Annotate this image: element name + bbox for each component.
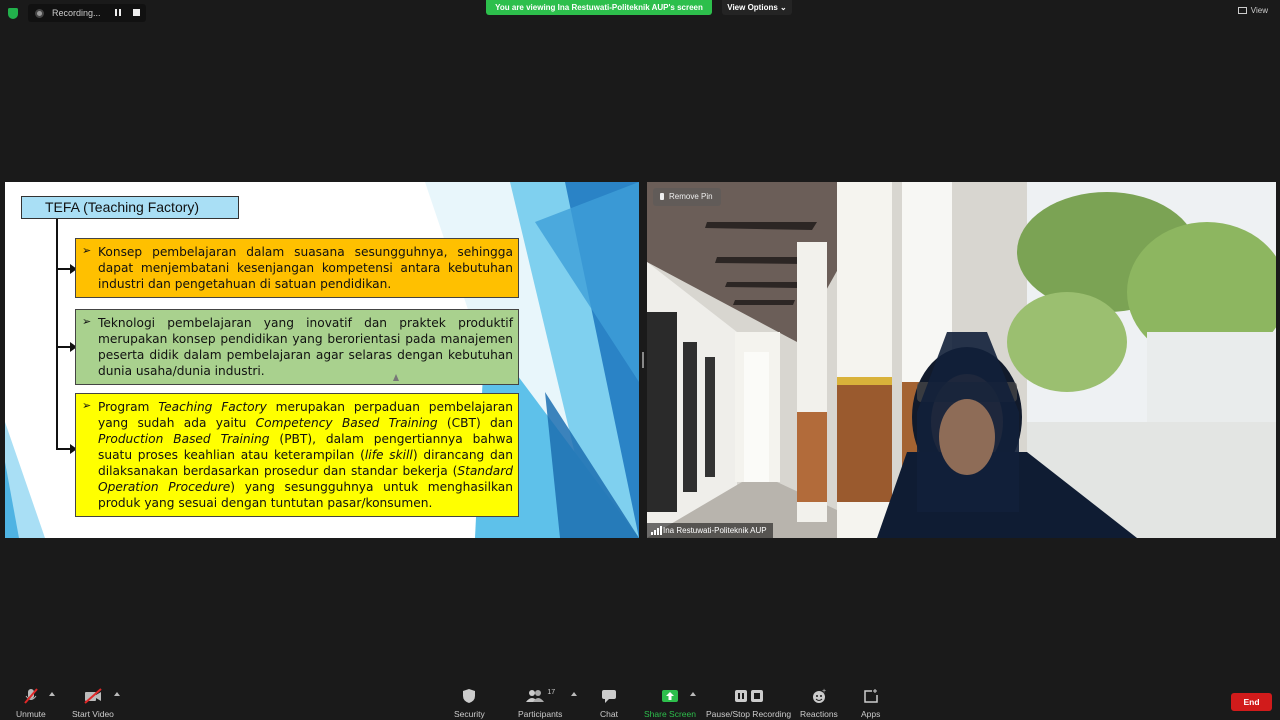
video-options-caret-icon[interactable] bbox=[114, 692, 120, 696]
view-options-label: View Options bbox=[727, 3, 778, 12]
viewing-banner: You are viewing Ina Restuwati-Politeknik… bbox=[486, 0, 712, 15]
start-video-button[interactable]: Start Video bbox=[72, 688, 114, 719]
box-text-italic: Competency Based Training bbox=[255, 416, 438, 430]
participants-count: 17 bbox=[547, 688, 556, 696]
chat-button[interactable]: Chat bbox=[600, 688, 618, 719]
connector-line bbox=[56, 219, 58, 449]
meeting-toolbar: Unmute Start Video Security 17 Participa… bbox=[0, 680, 1280, 720]
box-text: Program bbox=[98, 400, 159, 414]
reaction-smiley-icon: + bbox=[811, 688, 827, 704]
box-text-italic: Teaching Factory bbox=[158, 400, 267, 414]
recording-indicator: Recording... bbox=[28, 4, 146, 22]
share-screen-label: Share Screen bbox=[644, 709, 696, 719]
unmute-label: Unmute bbox=[16, 709, 46, 719]
participants-label: Participants bbox=[518, 709, 563, 719]
apps-label: Apps bbox=[861, 709, 881, 719]
participants-icon: 17 bbox=[525, 688, 555, 704]
shared-screen-slide: TEFA (Teaching Factory) Konsep pembelaja… bbox=[5, 182, 639, 538]
start-video-label: Start Video bbox=[72, 709, 114, 719]
participant-name: Ina Restuwati-Politeknik AUP bbox=[663, 526, 767, 535]
box-text: Konsep pembelajaran dalam suasana sesung… bbox=[98, 245, 513, 291]
pause-recording-icon[interactable] bbox=[115, 9, 123, 17]
security-button[interactable]: Security bbox=[454, 688, 485, 719]
top-bar: Recording... You are viewing Ina Restuwa… bbox=[0, 0, 1280, 28]
audio-options-caret-icon[interactable] bbox=[49, 692, 55, 696]
participant-video[interactable]: Remove Pin Ina Restuwati-Politeknik AUP bbox=[647, 182, 1276, 538]
connection-signal-icon bbox=[651, 526, 662, 535]
security-label: Security bbox=[454, 709, 485, 719]
record-dot-icon bbox=[35, 8, 44, 18]
share-screen-button[interactable]: Share Screen bbox=[644, 688, 696, 719]
view-options-button[interactable]: View Options ⌄ bbox=[722, 0, 792, 15]
slide-box-concept: Konsep pembelajaran dalam suasana sesung… bbox=[75, 238, 519, 298]
splitter-handle[interactable] bbox=[642, 352, 644, 368]
pause-stop-recording-label: Pause/Stop Recording bbox=[706, 709, 792, 719]
recording-label: Recording... bbox=[52, 8, 101, 18]
security-shield-icon bbox=[462, 688, 476, 704]
chat-label: Chat bbox=[600, 709, 618, 719]
security-shield-icon[interactable] bbox=[8, 8, 18, 19]
share-screen-icon bbox=[661, 688, 679, 704]
chat-bubble-icon bbox=[601, 688, 617, 704]
slide-title: TEFA (Teaching Factory) bbox=[21, 196, 239, 219]
view-label: View bbox=[1250, 6, 1268, 15]
unmute-button[interactable]: Unmute bbox=[16, 688, 46, 719]
stop-recording-icon[interactable] bbox=[133, 9, 140, 16]
apps-icon bbox=[863, 688, 879, 704]
view-grid-icon bbox=[1237, 7, 1247, 14]
pause-stop-icon bbox=[734, 688, 764, 704]
mouse-cursor-icon bbox=[393, 374, 399, 381]
participants-button[interactable]: 17 Participants bbox=[518, 688, 563, 720]
apps-button[interactable]: Apps bbox=[861, 688, 880, 719]
share-options-caret-icon[interactable] bbox=[690, 692, 696, 696]
svg-text:+: + bbox=[822, 688, 826, 695]
slide-box-program: Program Teaching Factory merupakan perpa… bbox=[75, 393, 519, 517]
video-background bbox=[647, 182, 1276, 538]
video-off-icon bbox=[83, 688, 103, 704]
participants-options-caret-icon[interactable] bbox=[571, 692, 577, 696]
box-text: (CBT) dan bbox=[437, 416, 513, 430]
slide-box-technology: Teknologi pembelajaran yang inovatif dan… bbox=[75, 309, 519, 385]
pause-stop-recording-button[interactable]: Pause/Stop Recording bbox=[706, 688, 791, 719]
remove-pin-button[interactable]: Remove Pin bbox=[653, 188, 721, 206]
reactions-button[interactable]: + Reactions bbox=[800, 688, 838, 719]
participant-name-label: Ina Restuwati-Politeknik AUP bbox=[647, 523, 773, 538]
box-text: Teknologi pembelajaran yang inovatif dan… bbox=[98, 316, 513, 378]
view-button[interactable]: View bbox=[1237, 6, 1268, 15]
muted-mic-icon bbox=[23, 688, 39, 704]
box-text-italic: Production Based Training bbox=[98, 432, 270, 446]
end-meeting-button[interactable]: End bbox=[1231, 693, 1272, 711]
reactions-label: Reactions bbox=[800, 709, 838, 719]
box-text-italic: life skill bbox=[364, 448, 413, 462]
